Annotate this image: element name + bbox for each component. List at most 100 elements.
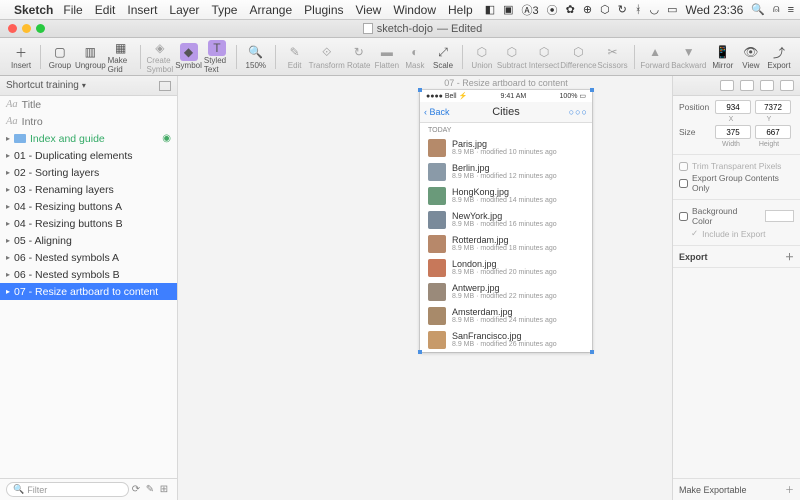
mirror-button[interactable]: 📱Mirror (710, 40, 736, 74)
artboard-label[interactable]: 07 - Resize artboard to content (444, 78, 568, 88)
align-icon[interactable] (720, 80, 734, 91)
user-icon[interactable]: ⍝ (773, 3, 780, 16)
file-cell[interactable]: SanFrancisco.jpg8.9 MB · modified 26 min… (420, 328, 592, 352)
add-export-icon[interactable]: ＋ (785, 250, 794, 263)
disclosure-icon[interactable]: ▸ (6, 287, 10, 296)
union-button[interactable]: ⬡Union (469, 40, 495, 74)
file-cell[interactable]: Berlin.jpg8.9 MB · modified 12 minutes a… (420, 160, 592, 184)
disclosure-icon[interactable]: ▸ (6, 134, 10, 143)
artboard-layer[interactable]: ▸06 - Nested symbols B (0, 266, 177, 283)
canvas[interactable]: 07 - Resize artboard to content ●●●● Bel… (178, 76, 672, 500)
disclosure-icon[interactable]: ▸ (6, 168, 10, 177)
artboard-layer[interactable]: ▸06 - Nested symbols A (0, 249, 177, 266)
menu-help[interactable]: Help (448, 3, 473, 17)
menu-arrange[interactable]: Arrange (249, 3, 292, 17)
artboard-layer[interactable]: ▸01 - Duplicating elements (0, 147, 177, 164)
make-exportable[interactable]: Make Exportable＋ (673, 478, 800, 500)
app-name[interactable]: Sketch (14, 3, 53, 17)
mask-button[interactable]: ◐Mask (402, 40, 428, 74)
disclosure-icon[interactable]: ▸ (6, 236, 10, 245)
view-button[interactable]: 👁View (738, 40, 764, 74)
trim-checkbox[interactable]: Trim Transparent Pixels (679, 161, 794, 171)
file-cell[interactable]: HongKong.jpg8.9 MB · modified 14 minutes… (420, 184, 592, 208)
include-export-checkbox[interactable]: ✓Include in Export (679, 228, 794, 239)
file-cell[interactable]: Paris.jpg8.9 MB · modified 10 minutes ag… (420, 136, 592, 160)
notification-icon[interactable]: ≡ (788, 4, 794, 16)
disclosure-icon[interactable]: ▸ (6, 185, 10, 194)
folder-layer[interactable]: ▸Index and guide◉ (0, 130, 177, 147)
styledtext-button[interactable]: TStyled Text (204, 40, 230, 74)
sidebar-toggle-icon[interactable] (159, 81, 171, 91)
insert-button[interactable]: ＋Insert (8, 40, 34, 74)
y-field[interactable] (755, 100, 791, 114)
difference-button[interactable]: ⬡Difference (561, 40, 595, 74)
createsymbol-button[interactable]: ◈Create Symbol (147, 40, 174, 74)
disclosure-icon[interactable]: ▸ (6, 151, 10, 160)
scale-button[interactable]: ⤢Scale (430, 40, 456, 74)
disclosure-icon[interactable]: ▸ (6, 219, 10, 228)
scissors-button[interactable]: ✂Scissors (597, 40, 627, 74)
zoom-field[interactable]: 🔍150% (243, 40, 269, 74)
transform-button[interactable]: ⟐Transform (310, 40, 344, 74)
file-cell[interactable]: Antwerp.jpg8.9 MB · modified 22 minutes … (420, 280, 592, 304)
zoom-icon[interactable] (36, 24, 45, 33)
width-field[interactable] (715, 125, 751, 139)
rotate-button[interactable]: ↻Rotate (346, 40, 372, 74)
export-group-checkbox[interactable]: Export Group Contents Only (679, 173, 794, 193)
artboard-layer[interactable]: ▸02 - Sorting layers (0, 164, 177, 181)
makegrid-button[interactable]: ▦Make Grid (108, 40, 134, 74)
height-field[interactable] (755, 125, 791, 139)
artboard-layer[interactable]: ▸03 - Renaming layers (0, 181, 177, 198)
spotlight-icon[interactable]: 🔍 (751, 3, 765, 16)
menu-insert[interactable]: Insert (127, 3, 157, 17)
file-cell[interactable]: Amsterdam.jpg8.9 MB · modified 24 minute… (420, 304, 592, 328)
align-icon[interactable] (760, 80, 774, 91)
menu-type[interactable]: Type (211, 3, 237, 17)
close-icon[interactable] (8, 24, 17, 33)
sidebar-header[interactable]: Shortcut training▾ (0, 76, 177, 96)
menu-plugins[interactable]: Plugins (304, 3, 343, 17)
flatten-button[interactable]: ▬Flatten (374, 40, 400, 74)
menu-file[interactable]: File (63, 3, 82, 17)
sidebar-action-icon[interactable]: ⊞ (157, 484, 171, 495)
group-button[interactable]: ▢Group (47, 40, 73, 74)
artboard-layer[interactable]: ▸04 - Resizing buttons A (0, 198, 177, 215)
sidebar-action-icon[interactable]: ✎ (143, 484, 157, 495)
align-icon[interactable] (740, 80, 754, 91)
file-cell[interactable]: London.jpg8.9 MB · modified 20 minutes a… (420, 256, 592, 280)
artboard-layer[interactable]: ▸05 - Aligning (0, 232, 177, 249)
align-icon[interactable] (780, 80, 794, 91)
forward-button[interactable]: ▲Forward (640, 40, 669, 74)
more-icon[interactable]: ○○○ (569, 107, 588, 117)
bg-color-checkbox[interactable]: Background Color (679, 206, 794, 226)
menu-layer[interactable]: Layer (169, 3, 199, 17)
thumbnail (428, 307, 446, 325)
artboard-layer[interactable]: ▸04 - Resizing buttons B (0, 215, 177, 232)
ungroup-button[interactable]: ▥Ungroup (75, 40, 106, 74)
back-button[interactable]: ‹ Back (424, 107, 450, 117)
color-swatch[interactable] (765, 210, 794, 222)
text-layer[interactable]: AaTitle (0, 96, 177, 113)
artboard-layer[interactable]: ▸07 - Resize artboard to content (0, 283, 177, 300)
intersect-button[interactable]: ⬡Intersect (529, 40, 560, 74)
menu-view[interactable]: View (356, 3, 382, 17)
disclosure-icon[interactable]: ▸ (6, 270, 10, 279)
export-button[interactable]: ⤴Export (766, 40, 792, 74)
backward-button[interactable]: ▼Backward (672, 40, 706, 74)
visibility-icon[interactable]: ◉ (162, 133, 171, 144)
filter-input[interactable]: 🔍 Filter (6, 482, 129, 497)
subtract-button[interactable]: ⬡Subtract (497, 40, 527, 74)
edit-button[interactable]: ✎Edit (282, 40, 308, 74)
sidebar-action-icon[interactable]: ⟳ (129, 484, 143, 495)
symbol-button[interactable]: ◆Symbol (175, 40, 202, 74)
menu-edit[interactable]: Edit (95, 3, 116, 17)
disclosure-icon[interactable]: ▸ (6, 253, 10, 262)
text-layer[interactable]: AaIntro (0, 113, 177, 130)
disclosure-icon[interactable]: ▸ (6, 202, 10, 211)
artboard[interactable]: ●●●● Bell ⚡ 9:41 AM 100% ▭ ‹ Back Cities… (420, 90, 592, 352)
minimize-icon[interactable] (22, 24, 31, 33)
menu-window[interactable]: Window (393, 3, 436, 17)
file-cell[interactable]: Rotterdam.jpg8.9 MB · modified 18 minute… (420, 232, 592, 256)
x-field[interactable] (715, 100, 751, 114)
file-cell[interactable]: NewYork.jpg8.9 MB · modified 16 minutes … (420, 208, 592, 232)
